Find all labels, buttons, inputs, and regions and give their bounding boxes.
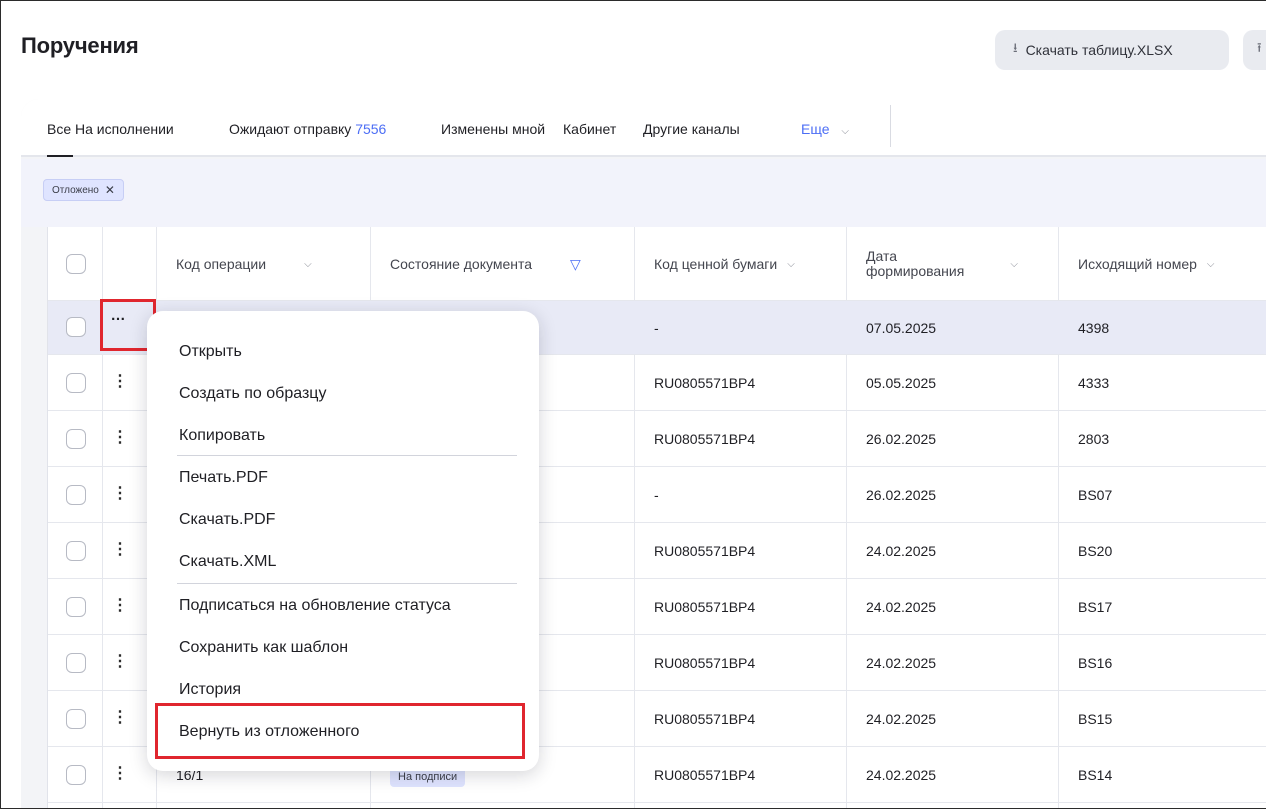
kebab-menu-icon[interactable]: ⋮	[112, 763, 128, 783]
download-table-button[interactable]: ⭳ Скачать таблицу.XLSX	[995, 30, 1229, 70]
download-button-label: Скачать таблицу.XLSX	[1025, 42, 1173, 58]
filter-bar: Отложено ✕	[21, 159, 1266, 227]
security-code-cell: -	[654, 320, 659, 336]
chevron-down-icon: ⌵	[841, 126, 849, 137]
menu-item-open[interactable]: Открыть	[179, 343, 242, 361]
number-cell: 4398	[1078, 320, 1110, 336]
kebab-menu-icon[interactable]: ⋮	[112, 707, 128, 727]
date-cell: 24.02.2025	[866, 543, 937, 559]
date-cell: 24.02.2025	[866, 655, 937, 671]
page-title: Поручения	[21, 33, 139, 58]
header-operation-code[interactable]: Код операции ⌵	[176, 227, 362, 301]
kebab-menu-icon[interactable]: ⋮	[112, 539, 128, 559]
date-cell: 05.05.2025	[866, 375, 937, 391]
tab-awaiting-send-count: 7556	[355, 121, 387, 137]
date-cell: 24.02.2025	[866, 711, 937, 727]
header-formation-date[interactable]: Дата формирования ⌵	[866, 227, 1052, 301]
date-cell: 07.05.2025	[866, 320, 937, 336]
tab-in-progress[interactable]: На исполнении	[75, 121, 174, 137]
number-cell: BS15	[1078, 711, 1113, 727]
tab-awaiting-send-label: Ожидают отправку	[229, 121, 352, 137]
menu-item-history[interactable]: История	[179, 681, 241, 699]
number-cell: BS16	[1078, 655, 1113, 671]
tab-changed-by-me[interactable]: Изменены мной	[441, 121, 545, 137]
number-cell: BS17	[1078, 599, 1113, 615]
security-code-cell: RU0805571BP4	[654, 655, 756, 671]
row-checkbox[interactable]	[66, 429, 86, 449]
row-checkbox[interactable]	[66, 485, 86, 505]
security-code-cell: RU0805571BP4	[654, 543, 756, 559]
table-header: Код операции ⌵ Состояние документа ▽ Код…	[48, 227, 1266, 301]
menu-item-download-pdf[interactable]: Скачать.PDF	[179, 511, 275, 529]
security-code-cell: RU0805571BP4	[654, 767, 756, 783]
security-code-cell: RU0805571BP4	[654, 375, 756, 391]
row-context-menu: Открыть Создать по образцу Копировать Пе…	[147, 311, 539, 771]
menu-item-subscribe-status[interactable]: Подписаться на обновление статуса	[179, 597, 451, 615]
annotation-highlight-return-item	[155, 703, 525, 759]
kebab-menu-icon[interactable]: ⋮	[112, 595, 128, 615]
kebab-menu-icon[interactable]: ⋮	[112, 651, 128, 671]
header-outgoing-number[interactable]: Исходящий номер ⌵	[1078, 227, 1266, 301]
tab-awaiting-send[interactable]: Ожидают отправку 7556	[229, 121, 386, 137]
active-tab-underline	[47, 155, 73, 157]
chevron-down-icon: ⌵	[1010, 258, 1018, 270]
page-header: Поручения ⭳ Скачать таблицу.XLSX ⭱	[1, 1, 1266, 99]
chevron-down-icon: ⌵	[1206, 258, 1215, 270]
tab-other-channels[interactable]: Другие каналы	[643, 121, 740, 137]
date-cell: 24.02.2025	[866, 599, 937, 615]
menu-item-download-xml[interactable]: Скачать.XML	[179, 553, 276, 571]
row-checkbox[interactable]	[66, 541, 86, 561]
kebab-menu-icon[interactable]: ⋮	[112, 483, 128, 503]
filter-chip-postponed[interactable]: Отложено ✕	[43, 179, 124, 201]
app-frame: Поручения ⭳ Скачать таблицу.XLSX ⭱ Все Н…	[0, 0, 1266, 809]
security-code-cell: RU0805571BP4	[654, 431, 756, 447]
menu-item-save-as-template[interactable]: Сохранить как шаблон	[179, 639, 348, 657]
date-cell: 26.02.2025	[866, 487, 937, 503]
number-cell: 2803	[1078, 431, 1110, 447]
date-cell: 26.02.2025	[866, 431, 937, 447]
menu-divider	[177, 455, 517, 456]
tab-cabinet[interactable]: Кабинет	[563, 121, 616, 137]
kebab-menu-icon[interactable]: ⋮	[112, 371, 128, 391]
row-checkbox[interactable]	[66, 765, 86, 785]
chevron-down-icon: ⌵	[787, 258, 795, 270]
menu-item-create-from-template[interactable]: Создать по образцу	[179, 385, 326, 403]
filter-chip-label: Отложено	[52, 184, 99, 196]
menu-item-print-pdf[interactable]: Печать.PDF	[179, 469, 268, 487]
tabs-divider	[890, 105, 891, 147]
header-document-state[interactable]: Состояние документа ▽	[390, 227, 630, 301]
chevron-down-icon: ⌵	[304, 258, 312, 270]
row-checkbox[interactable]	[66, 373, 86, 393]
tab-more[interactable]: Еще ⌵	[801, 121, 849, 137]
number-cell: 4333	[1078, 375, 1110, 391]
row-checkbox[interactable]	[66, 317, 86, 337]
header-security-code[interactable]: Код ценной бумаги ⌵	[654, 227, 840, 301]
menu-divider	[177, 583, 517, 584]
security-code-cell: -	[654, 487, 659, 503]
tab-more-label: Еще	[801, 121, 830, 137]
number-cell: BS07	[1078, 487, 1113, 503]
tabs-bar: Все На исполнении Ожидают отправку 7556 …	[21, 99, 1266, 157]
menu-item-copy[interactable]: Копировать	[179, 427, 265, 445]
kebab-menu-icon[interactable]: ⋮	[112, 427, 128, 447]
number-cell: BS14	[1078, 767, 1113, 783]
row-checkbox[interactable]	[66, 597, 86, 617]
number-cell: BS20	[1078, 543, 1113, 559]
close-icon[interactable]: ✕	[105, 183, 115, 197]
tab-all[interactable]: Все	[47, 121, 71, 137]
select-all-checkbox[interactable]	[66, 254, 86, 274]
upload-button[interactable]: ⭱	[1243, 30, 1266, 70]
security-code-cell: RU0805571BP4	[654, 599, 756, 615]
date-cell: 24.02.2025	[866, 767, 937, 783]
upload-icon: ⭱	[1257, 40, 1262, 55]
row-checkbox[interactable]	[66, 709, 86, 729]
row-checkbox[interactable]	[66, 653, 86, 673]
filter-icon[interactable]: ▽	[570, 256, 581, 273]
security-code-cell: RU0805571BP4	[654, 711, 756, 727]
download-icon: ⭳	[1013, 40, 1018, 55]
